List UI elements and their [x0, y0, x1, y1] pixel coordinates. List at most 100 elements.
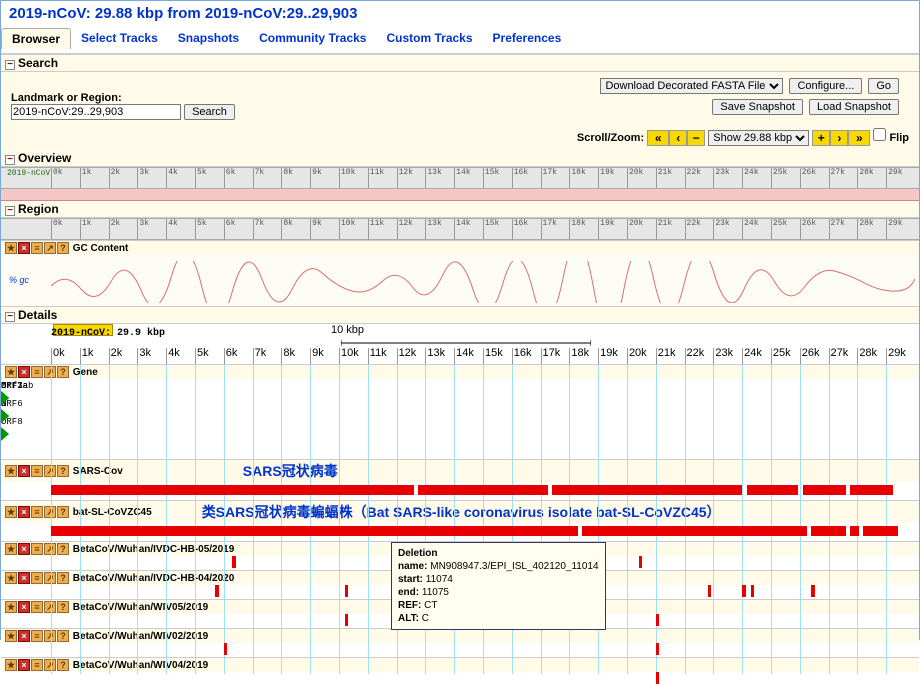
ruler-tick: 26k	[800, 219, 829, 239]
share-track-icon[interactable]: ↗	[44, 572, 56, 584]
favorite-icon[interactable]: ★	[5, 366, 17, 378]
ruler-tick: 8k	[281, 168, 310, 188]
scroll-left-fast-icon[interactable]: «	[647, 130, 669, 146]
tab-community-tracks[interactable]: Community Tracks	[249, 28, 376, 49]
close-track-icon[interactable]: ×	[18, 242, 30, 254]
bat-red-track[interactable]	[51, 523, 915, 539]
favorite-icon[interactable]: ★	[5, 659, 17, 671]
collapse-icon[interactable]: −	[5, 312, 15, 322]
config-track-icon[interactable]: ≡	[31, 601, 43, 613]
scrollzoom-bar: Scroll/Zoom: «‹− Show 29.88 kbp +›» Flip	[1, 126, 919, 150]
search-button[interactable]: Search	[184, 104, 235, 120]
favorite-icon[interactable]: ★	[5, 465, 17, 477]
ruler-tick: 10k	[339, 219, 368, 239]
overview-section-label: Overview	[18, 151, 71, 165]
zoom-in-icon[interactable]: +	[812, 130, 830, 146]
ruler-tick: 25k	[771, 219, 800, 239]
search-section: −Search Landmark or Region: Search Downl…	[1, 54, 919, 150]
search-right: Download Decorated FASTA File Configure.…	[600, 78, 909, 120]
ruler-tick: 12k	[397, 348, 426, 364]
scroll-right-icon[interactable]: ›	[830, 130, 848, 146]
region-ruler[interactable]: 0k1k2k3k4k5k6k7k8k9k10k11k12k13k14k15k16…	[1, 218, 919, 240]
tab-preferences[interactable]: Preferences	[483, 28, 572, 49]
info-track-icon[interactable]: ?	[57, 506, 69, 518]
share-track-icon[interactable]: ↗	[44, 242, 56, 254]
flip-checkbox[interactable]	[873, 128, 886, 141]
ruler-tick: 6k	[224, 168, 253, 188]
details-ruler[interactable]: 2019-nCoV: 29.9 kbp 10 kbp 0k1k2k3k4k5k6…	[1, 324, 919, 364]
overview-ruler[interactable]: 2019-nCoV 0k1k2k3k4k5k6k7k8k9k10k11k12k1…	[1, 167, 919, 189]
favorite-icon[interactable]: ★	[5, 506, 17, 518]
info-track-icon[interactable]: ?	[57, 630, 69, 642]
config-track-icon[interactable]: ≡	[31, 506, 43, 518]
config-track-icon[interactable]: ≡	[31, 366, 43, 378]
config-track-icon[interactable]: ≡	[31, 630, 43, 642]
share-track-icon[interactable]: ↗	[44, 465, 56, 477]
favorite-icon[interactable]: ★	[5, 630, 17, 642]
sars-red-track[interactable]	[51, 482, 915, 498]
tab-browser[interactable]: Browser	[1, 28, 71, 49]
align-variant-track[interactable]	[51, 672, 915, 684]
favorite-icon[interactable]: ★	[5, 242, 17, 254]
landmark-input[interactable]	[11, 104, 181, 120]
scroll-left-icon[interactable]: ‹	[669, 130, 687, 146]
tab-snapshots[interactable]: Snapshots	[168, 28, 249, 49]
info-track-icon[interactable]: ?	[57, 465, 69, 477]
go-button[interactable]: Go	[868, 78, 899, 94]
gc-track-header: ★ × ≡ ↗ ? GC Content	[1, 240, 919, 255]
align-variant-track[interactable]	[51, 643, 915, 655]
ruler-tick: 28k	[857, 348, 886, 364]
info-track-icon[interactable]: ?	[57, 543, 69, 555]
info-track-icon[interactable]: ?	[57, 572, 69, 584]
close-track-icon[interactable]: ×	[18, 506, 30, 518]
zoom-out-icon[interactable]: −	[687, 130, 705, 146]
info-track-icon[interactable]: ?	[57, 366, 69, 378]
close-track-icon[interactable]: ×	[18, 601, 30, 613]
close-track-icon[interactable]: ×	[18, 543, 30, 555]
config-track-icon[interactable]: ≡	[31, 465, 43, 477]
config-track-icon[interactable]: ≡	[31, 543, 43, 555]
config-track-icon[interactable]: ≡	[31, 572, 43, 584]
close-track-icon[interactable]: ×	[18, 630, 30, 642]
save-snapshot-button[interactable]: Save Snapshot	[712, 99, 803, 115]
align-track-name: BetaCoV/Wuhan/WIV05/2019	[73, 602, 208, 613]
landmark-label: Landmark or Region:	[11, 92, 122, 104]
configure-button[interactable]: Configure...	[789, 78, 862, 94]
info-track-icon[interactable]: ?	[57, 659, 69, 671]
info-track-icon[interactable]: ?	[57, 601, 69, 613]
collapse-icon[interactable]: −	[5, 60, 15, 70]
details-scale-label: 2019-nCoV: 29.9 kbp	[51, 328, 165, 339]
gc-content-plot[interactable]: % gc	[1, 255, 919, 307]
share-track-icon[interactable]: ↗	[44, 506, 56, 518]
share-track-icon[interactable]: ↗	[44, 630, 56, 642]
favorite-icon[interactable]: ★	[5, 572, 17, 584]
sars-track-header: ★×≡↗? SARS-Cov SARS冠状病毒	[1, 459, 919, 482]
share-track-icon[interactable]: ↗	[44, 601, 56, 613]
favorite-icon[interactable]: ★	[5, 543, 17, 555]
favorite-icon[interactable]: ★	[5, 601, 17, 613]
ruler-tick: 15k	[483, 219, 512, 239]
ruler-tick: 22k	[685, 348, 714, 364]
ruler-tick: 19k	[598, 348, 627, 364]
scroll-right-fast-icon[interactable]: »	[848, 130, 870, 146]
close-track-icon[interactable]: ×	[18, 659, 30, 671]
close-track-icon[interactable]: ×	[18, 366, 30, 378]
tab-custom-tracks[interactable]: Custom Tracks	[376, 28, 482, 49]
share-track-icon[interactable]: ↗	[44, 659, 56, 671]
close-track-icon[interactable]: ×	[18, 465, 30, 477]
share-track-icon[interactable]: ↗	[44, 543, 56, 555]
config-track-icon[interactable]: ≡	[31, 242, 43, 254]
zoom-select[interactable]: Show 29.88 kbp	[708, 130, 809, 146]
close-track-icon[interactable]: ×	[18, 572, 30, 584]
gene-track[interactable]: orf1abSORF3aEMORF6ORF7aORF8NOR	[1, 379, 919, 459]
load-snapshot-button[interactable]: Load Snapshot	[809, 99, 899, 115]
config-track-icon[interactable]: ≡	[31, 659, 43, 671]
collapse-icon[interactable]: −	[5, 155, 15, 165]
download-select[interactable]: Download Decorated FASTA File	[600, 78, 783, 94]
ruler-tick: 1k	[80, 168, 109, 188]
ruler-tick: 12k	[397, 168, 426, 188]
tab-select-tracks[interactable]: Select Tracks	[71, 28, 168, 49]
collapse-icon[interactable]: −	[5, 206, 15, 216]
info-track-icon[interactable]: ?	[57, 242, 69, 254]
share-track-icon[interactable]: ↗	[44, 366, 56, 378]
